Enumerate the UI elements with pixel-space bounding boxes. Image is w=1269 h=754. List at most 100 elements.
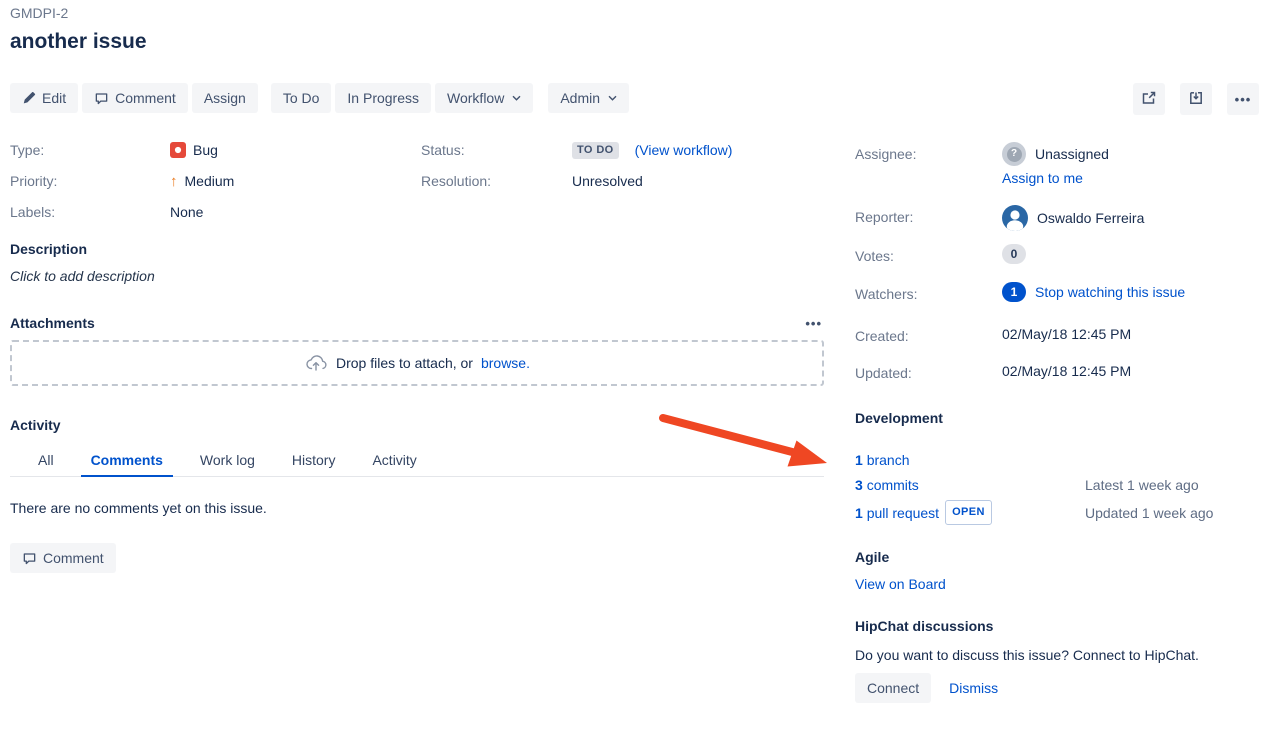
watchers-row: Watchers: 1 Stop watching this issue: [855, 282, 1259, 304]
tab-work-log[interactable]: Work log: [190, 446, 265, 476]
votes-count-badge[interactable]: 0: [1002, 244, 1026, 264]
agile-heading: Agile: [855, 549, 1259, 566]
watchers-label: Watchers:: [855, 282, 1002, 304]
browse-link[interactable]: browse.: [481, 355, 530, 371]
status-badge: TO DO: [572, 142, 619, 159]
admin-button-label: Admin: [560, 90, 600, 106]
issue-main-column: Type: Bug Status: TO DO (View workflow) …: [10, 131, 824, 573]
attachments-more-icon[interactable]: •••: [803, 317, 824, 330]
updated-row: Updated: 02/May/18 12:45 PM: [855, 361, 1259, 383]
spacer: [421, 202, 572, 222]
pull-request-count: 1: [855, 505, 863, 521]
in-progress-transition-button[interactable]: In Progress: [335, 83, 431, 113]
labels-value: None: [170, 202, 421, 222]
bug-icon: [170, 142, 186, 158]
branch-label: branch: [867, 452, 910, 468]
assignee-label: Assignee:: [855, 142, 1002, 164]
view-workflow-link[interactable]: (View workflow): [635, 140, 733, 160]
todo-transition-button[interactable]: To Do: [271, 83, 332, 113]
priority-label: Priority:: [10, 171, 170, 191]
pull-request-link[interactable]: 1 pull request: [855, 503, 939, 523]
pull-request-meta: Updated 1 week ago: [1085, 503, 1213, 523]
hipchat-heading: HipChat discussions: [855, 618, 1259, 635]
toolbar: Edit Comment Assign To Do In Progress Wo…: [10, 83, 1259, 115]
tab-comments[interactable]: Comments: [81, 446, 173, 477]
assignee-value: ? Unassigned: [1002, 142, 1109, 166]
breadcrumb[interactable]: GMDPI-2: [10, 5, 68, 21]
stop-watching-link[interactable]: Stop watching this issue: [1035, 282, 1185, 302]
share-button[interactable]: [1133, 83, 1165, 115]
hipchat-text: Do you want to discuss this issue? Conne…: [855, 645, 1259, 665]
priority-medium-icon: ↑: [170, 174, 178, 189]
commits-link[interactable]: 3 commits: [855, 475, 919, 495]
edit-button-label: Edit: [42, 90, 66, 106]
priority-text: Medium: [185, 171, 235, 191]
activity-tabs: All Comments Work log History Activity: [10, 446, 824, 477]
comment-bubble-icon: [94, 91, 109, 106]
comment-bubble-icon: [22, 551, 37, 566]
jira-issue-page: GMDPI-2 another issue Edit Comment Assig…: [0, 0, 1269, 754]
attachments-dropzone[interactable]: Drop files to attach, or browse.: [10, 340, 824, 386]
view-on-board-link[interactable]: View on Board: [855, 576, 946, 592]
attachments-heading: Attachments: [10, 315, 95, 332]
pencil-icon: [22, 91, 36, 105]
branch-count: 1: [855, 452, 863, 468]
hipchat-connect-label: Connect: [867, 680, 919, 696]
cloud-upload-icon: [304, 352, 328, 375]
commits-row: 3 commits Latest 1 week ago: [855, 475, 1259, 495]
spacer: [572, 202, 824, 222]
assignee-row: Assignee: ? Unassigned: [855, 142, 1259, 166]
export-button[interactable]: [1180, 83, 1212, 115]
reporter-row: Reporter: Oswaldo Ferreira: [855, 205, 1259, 231]
type-label: Type:: [10, 140, 170, 160]
status-value: TO DO (View workflow): [572, 140, 824, 160]
commits-meta: Latest 1 week ago: [1085, 475, 1199, 495]
branch-link[interactable]: 1 branch: [855, 450, 910, 470]
comment-button-label: Comment: [115, 90, 176, 106]
tab-all[interactable]: All: [28, 446, 64, 476]
resolution-label: Resolution:: [421, 171, 572, 191]
attachments-header: Attachments •••: [10, 315, 824, 332]
pull-request-label: pull request: [867, 505, 939, 521]
description-heading: Description: [10, 241, 824, 258]
toolbar-button-group: Edit Comment Assign To Do In Progress Wo…: [10, 83, 629, 113]
created-row: Created: 02/May/18 12:45 PM: [855, 324, 1259, 346]
watchers-count-badge[interactable]: 1: [1002, 282, 1026, 302]
hipchat-connect-button[interactable]: Connect: [855, 673, 931, 703]
updated-value: 02/May/18 12:45 PM: [1002, 361, 1131, 381]
updated-label: Updated:: [855, 361, 1002, 383]
description-placeholder[interactable]: Click to add description: [10, 268, 824, 285]
workflow-dropdown-button[interactable]: Workflow: [435, 83, 533, 113]
agile-link-row: View on Board: [855, 576, 1259, 593]
commits-count: 3: [855, 477, 863, 493]
activity-heading: Activity: [10, 417, 824, 434]
question-mark-icon: ?: [1007, 147, 1022, 162]
assign-button[interactable]: Assign: [192, 83, 258, 113]
votes-label: Votes:: [855, 244, 1002, 266]
comment-button[interactable]: Comment: [82, 83, 188, 113]
share-icon: [1141, 90, 1157, 109]
tab-history[interactable]: History: [282, 446, 346, 476]
reporter-label: Reporter:: [855, 205, 1002, 227]
add-comment-button[interactable]: Comment: [10, 543, 116, 573]
hipchat-actions: Connect Dismiss: [855, 673, 1259, 703]
comment-footer: Comment: [10, 543, 824, 573]
admin-dropdown-button[interactable]: Admin: [548, 83, 629, 113]
workflow-button-label: Workflow: [447, 90, 504, 106]
priority-value: ↑ Medium: [170, 171, 421, 191]
todo-button-label: To Do: [283, 90, 320, 106]
no-comments-message: There are no comments yet on this issue.: [10, 500, 824, 517]
labels-label: Labels:: [10, 202, 170, 222]
edit-button[interactable]: Edit: [10, 83, 78, 113]
assignee-name: Unassigned: [1035, 144, 1109, 164]
dropzone-text: Drop files to attach, or: [336, 355, 473, 371]
assign-to-me-link[interactable]: Assign to me: [1002, 170, 1083, 186]
more-actions-button[interactable]: •••: [1227, 83, 1259, 115]
assign-to-me-row: Assign to me: [1002, 170, 1259, 187]
tab-activity[interactable]: Activity: [362, 446, 426, 476]
votes-row: Votes: 0: [855, 244, 1259, 266]
hipchat-dismiss-link[interactable]: Dismiss: [949, 680, 998, 696]
more-icon: •••: [1235, 93, 1252, 106]
export-icon: [1188, 90, 1204, 109]
toolbar-icon-group: •••: [1133, 83, 1259, 115]
